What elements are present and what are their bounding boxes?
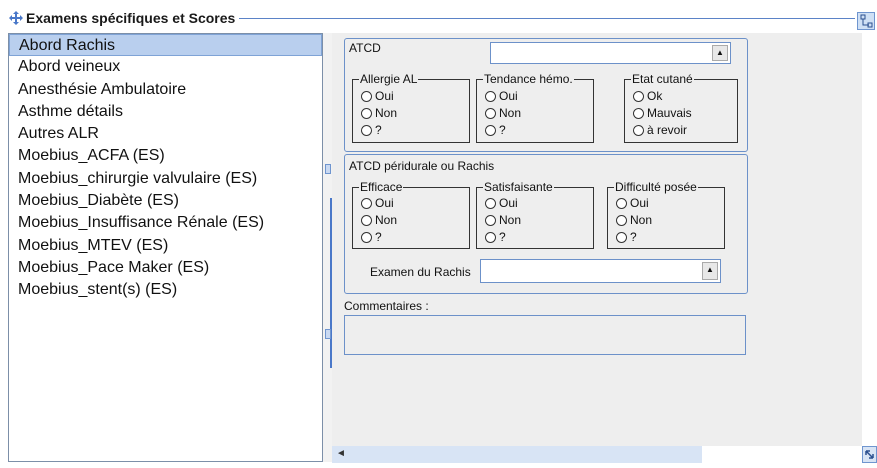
difficulte-group: Difficulté posée Oui Non ?: [607, 180, 725, 249]
efficace-non[interactable]: Non: [361, 213, 397, 227]
radio-icon[interactable]: [616, 214, 627, 226]
dropdown-arrow-icon[interactable]: ▲: [712, 45, 728, 61]
satisfaisante-unknown[interactable]: ?: [485, 230, 506, 244]
radio-icon[interactable]: [361, 231, 372, 243]
etat-group: Etat cutané Ok Mauvais à revoir: [624, 72, 738, 143]
list-item[interactable]: Abord veineux: [9, 56, 322, 78]
list-item[interactable]: Moebius_MTEV (ES): [9, 235, 322, 257]
allergie-oui[interactable]: Oui: [361, 89, 394, 103]
list-item[interactable]: Moebius_ACFA (ES): [9, 145, 322, 167]
radio-icon[interactable]: [361, 124, 372, 136]
satisfaisante-group: Satisfaisante Oui Non ?: [476, 180, 594, 249]
radio-icon[interactable]: [485, 107, 496, 119]
section-title: Examens spécifiques et Scores: [8, 10, 240, 26]
etat-mauvais[interactable]: Mauvais: [633, 106, 692, 120]
difficulte-non[interactable]: Non: [616, 213, 652, 227]
difficulte-unknown[interactable]: ?: [616, 230, 637, 244]
radio-icon[interactable]: [485, 124, 496, 136]
splitter[interactable]: [323, 33, 332, 462]
list-item[interactable]: Asthme détails: [9, 101, 322, 123]
etat-revoir[interactable]: à revoir: [633, 123, 687, 137]
exam-list[interactable]: Abord Rachis Abord veineux Anesthésie Ambu…: [8, 33, 323, 462]
tendance-unknown[interactable]: ?: [485, 123, 506, 137]
radio-icon[interactable]: [633, 107, 644, 119]
radio-icon[interactable]: [616, 231, 627, 243]
comments-field[interactable]: [344, 315, 746, 355]
efficace-oui[interactable]: Oui: [361, 196, 394, 210]
peridurale-group: ATCD péridurale ou Rachis Efficace Oui N…: [344, 154, 748, 294]
allergie-non[interactable]: Non: [361, 106, 397, 120]
splitter-top-handle[interactable]: [325, 164, 331, 174]
horizontal-scrollbar[interactable]: ◄: [332, 446, 862, 463]
scroll-left-icon[interactable]: ◄: [336, 448, 346, 459]
examen-combo[interactable]: ▲: [480, 259, 721, 283]
radio-icon[interactable]: [633, 90, 644, 102]
radio-icon[interactable]: [485, 214, 496, 226]
radio-icon[interactable]: [633, 124, 644, 136]
list-item[interactable]: Moebius_Pace Maker (ES): [9, 257, 322, 279]
difficulte-oui[interactable]: Oui: [616, 196, 649, 210]
radio-icon[interactable]: [616, 197, 627, 209]
tendance-legend: Tendance hémo.: [483, 72, 574, 86]
etat-ok[interactable]: Ok: [633, 89, 662, 103]
allergie-unknown[interactable]: ?: [361, 123, 382, 137]
move-icon[interactable]: [8, 10, 24, 26]
page-title: Examens spécifiques et Scores: [26, 10, 236, 26]
list-item[interactable]: Autres ALR: [9, 123, 322, 145]
list-item[interactable]: Abord Rachis: [9, 34, 322, 57]
radio-icon[interactable]: [485, 197, 496, 209]
satisfaisante-oui[interactable]: Oui: [485, 196, 518, 210]
difficulte-legend: Difficulté posée: [614, 180, 698, 194]
atcd-combo[interactable]: ▲: [490, 42, 731, 64]
etat-legend: Etat cutané: [631, 72, 694, 86]
radio-icon[interactable]: [361, 214, 372, 226]
vertical-scroll-area[interactable]: [862, 33, 875, 446]
radio-icon[interactable]: [361, 90, 372, 102]
examen-label: Examen du Rachis: [370, 265, 471, 279]
atcd-group: ATCD ▲ Allergie AL Oui Non ? Tendance hé…: [344, 38, 748, 152]
satisfaisante-non[interactable]: Non: [485, 213, 521, 227]
efficace-legend: Efficace: [359, 180, 404, 194]
list-item[interactable]: Anesthésie Ambulatoire: [9, 79, 322, 101]
allergie-group: Allergie AL Oui Non ?: [352, 72, 470, 143]
horizontal-scroll-track[interactable]: [702, 446, 862, 463]
radio-icon[interactable]: [361, 107, 372, 119]
radio-icon[interactable]: [361, 197, 372, 209]
list-item[interactable]: Moebius_chirurgie valvulaire (ES): [9, 168, 322, 190]
allergie-legend: Allergie AL: [359, 72, 419, 86]
efficace-unknown[interactable]: ?: [361, 230, 382, 244]
layout-icon[interactable]: [857, 12, 875, 30]
tendance-non[interactable]: Non: [485, 106, 521, 120]
form-panel: ATCD ▲ Allergie AL Oui Non ? Tendance hé…: [332, 33, 862, 463]
tendance-group: Tendance hémo. Oui Non ?: [476, 72, 594, 143]
radio-icon[interactable]: [485, 231, 496, 243]
tendance-oui[interactable]: Oui: [485, 89, 518, 103]
comments-label: Commentaires :: [344, 299, 429, 313]
dropdown-arrow-icon[interactable]: ▲: [702, 262, 718, 280]
atcd-label: ATCD: [349, 41, 381, 55]
resize-grip-icon[interactable]: [862, 446, 877, 463]
satisfaisante-legend: Satisfaisante: [483, 180, 554, 194]
list-item[interactable]: Moebius_Insuffisance Rénale (ES): [9, 212, 322, 234]
splitter-bottom-handle[interactable]: [325, 329, 331, 339]
peridurale-label: ATCD péridurale ou Rachis: [349, 159, 495, 173]
radio-icon[interactable]: [485, 90, 496, 102]
efficace-group: Efficace Oui Non ?: [352, 180, 470, 249]
list-item[interactable]: Moebius_Diabète (ES): [9, 190, 322, 212]
list-item[interactable]: Moebius_stent(s) (ES): [9, 279, 322, 301]
